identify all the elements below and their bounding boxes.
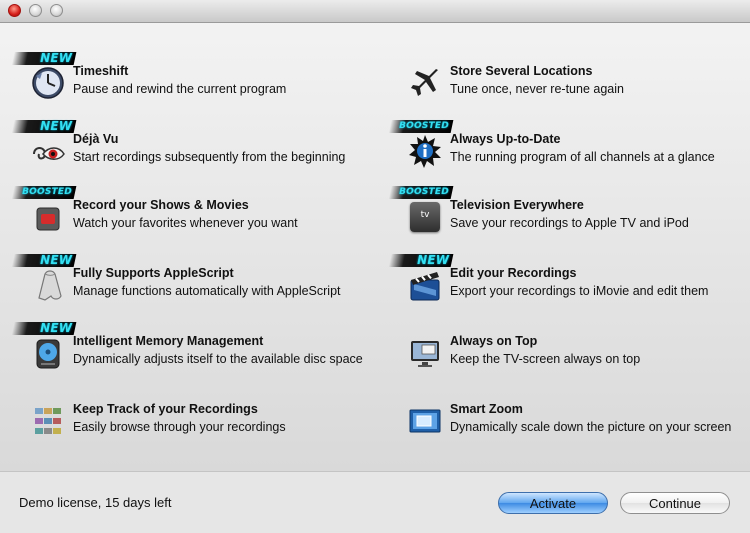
boosted-badge: BOOSTED [388, 186, 454, 199]
hard-disk-icon [36, 339, 60, 369]
close-button[interactable] [8, 4, 21, 17]
feature-description: The running program of all channels at a… [450, 150, 715, 164]
feature-description: Keep the TV-screen always on top [450, 352, 641, 366]
feature-always-up-to-date: BOOSTED Always Up-to-Date The running pr… [388, 120, 740, 180]
feature-title: Always on Top [450, 334, 538, 348]
new-badge: NEW [11, 51, 77, 65]
feature-title: Déjà Vu [73, 132, 119, 146]
feature-applescript: NEW Fully Supports AppleScript Manage fu… [11, 253, 363, 314]
continue-button[interactable]: Continue [620, 492, 730, 514]
feature-title: Fully Supports AppleScript [73, 266, 234, 280]
boosted-badge: BOOSTED [11, 186, 77, 199]
info-burst-icon [409, 135, 441, 168]
boosted-badge: BOOSTED [388, 120, 454, 133]
license-status: Demo license, 15 days left [19, 495, 172, 510]
zoom-button[interactable] [50, 4, 63, 17]
feature-store-locations: Store Several Locations Tune once, never… [390, 52, 740, 112]
activate-button[interactable]: Activate [498, 492, 608, 514]
feature-description: Save your recordings to Apple TV and iPo… [450, 216, 689, 230]
zoom-screen-icon [409, 409, 441, 433]
feature-title: Smart Zoom [450, 402, 523, 416]
feature-title: Store Several Locations [450, 64, 593, 78]
feature-description: Dynamically scale down the picture on yo… [450, 420, 732, 434]
feature-description: Easily browse through your recordings [73, 420, 286, 434]
monitor-icon [411, 341, 439, 367]
feature-title: Record your Shows & Movies [73, 198, 249, 212]
feature-title: Always Up-to-Date [450, 132, 561, 146]
minimize-button[interactable] [29, 4, 42, 17]
feature-description: Export your recordings to iMovie and edi… [450, 284, 709, 298]
new-badge: NEW [388, 253, 454, 267]
feature-deja-vu: NEW Déjà Vu Start recordings subsequentl… [11, 119, 363, 180]
eye-loop-icon [33, 147, 65, 160]
feature-title: Intelligent Memory Management [73, 334, 264, 348]
title-bar[interactable] [0, 0, 750, 23]
feature-description: Pause and rewind the current program [73, 82, 287, 96]
feature-record-shows: BOOSTED Record your Shows & Movies Watch… [11, 186, 363, 246]
airplane-icon [411, 69, 438, 96]
new-badge: NEW [11, 119, 77, 133]
feature-description: Manage functions automatically with Appl… [73, 284, 341, 298]
feature-title: Timeshift [73, 64, 129, 78]
clock-icon [32, 67, 64, 99]
feature-smart-zoom: Smart Zoom Dynamically scale down the pi… [390, 390, 740, 450]
feature-title: Television Everywhere [450, 198, 584, 212]
thumbnail-grid-icon [35, 408, 61, 434]
feature-keep-track: Keep Track of your Recordings Easily bro… [13, 390, 363, 450]
feature-description: Dynamically adjusts itself to the availa… [73, 352, 363, 366]
new-badge: NEW [11, 253, 77, 267]
new-badge: NEW [11, 321, 77, 335]
feature-window: NEW Timeshift Pause and rewind the curre… [0, 0, 750, 533]
feature-edit-recordings: NEW Edit your Recordings Export your rec… [388, 253, 740, 314]
feature-memory-management: NEW Intelligent Memory Management Dynami… [11, 321, 363, 382]
feature-television-everywhere: BOOSTED tv Television Everywhere Save yo… [388, 186, 740, 246]
feature-always-on-top: Always on Top Keep the TV-screen always … [390, 322, 740, 382]
feature-title: Keep Track of your Recordings [73, 402, 258, 416]
feature-description: Start recordings subsequently from the b… [73, 150, 346, 164]
record-icon [36, 207, 60, 231]
feature-description: Tune once, never re-tune again [450, 82, 624, 96]
clapperboard-icon [410, 272, 440, 301]
footer-bar: Demo license, 15 days left Activate Cont… [0, 471, 750, 533]
script-scroll-icon [38, 270, 62, 301]
apple-tv-icon: tv [410, 202, 440, 232]
feature-description: Watch your favorites whenever you want [73, 216, 298, 230]
feature-title: Edit your Recordings [450, 266, 577, 280]
feature-timeshift: NEW Timeshift Pause and rewind the curre… [11, 51, 363, 112]
